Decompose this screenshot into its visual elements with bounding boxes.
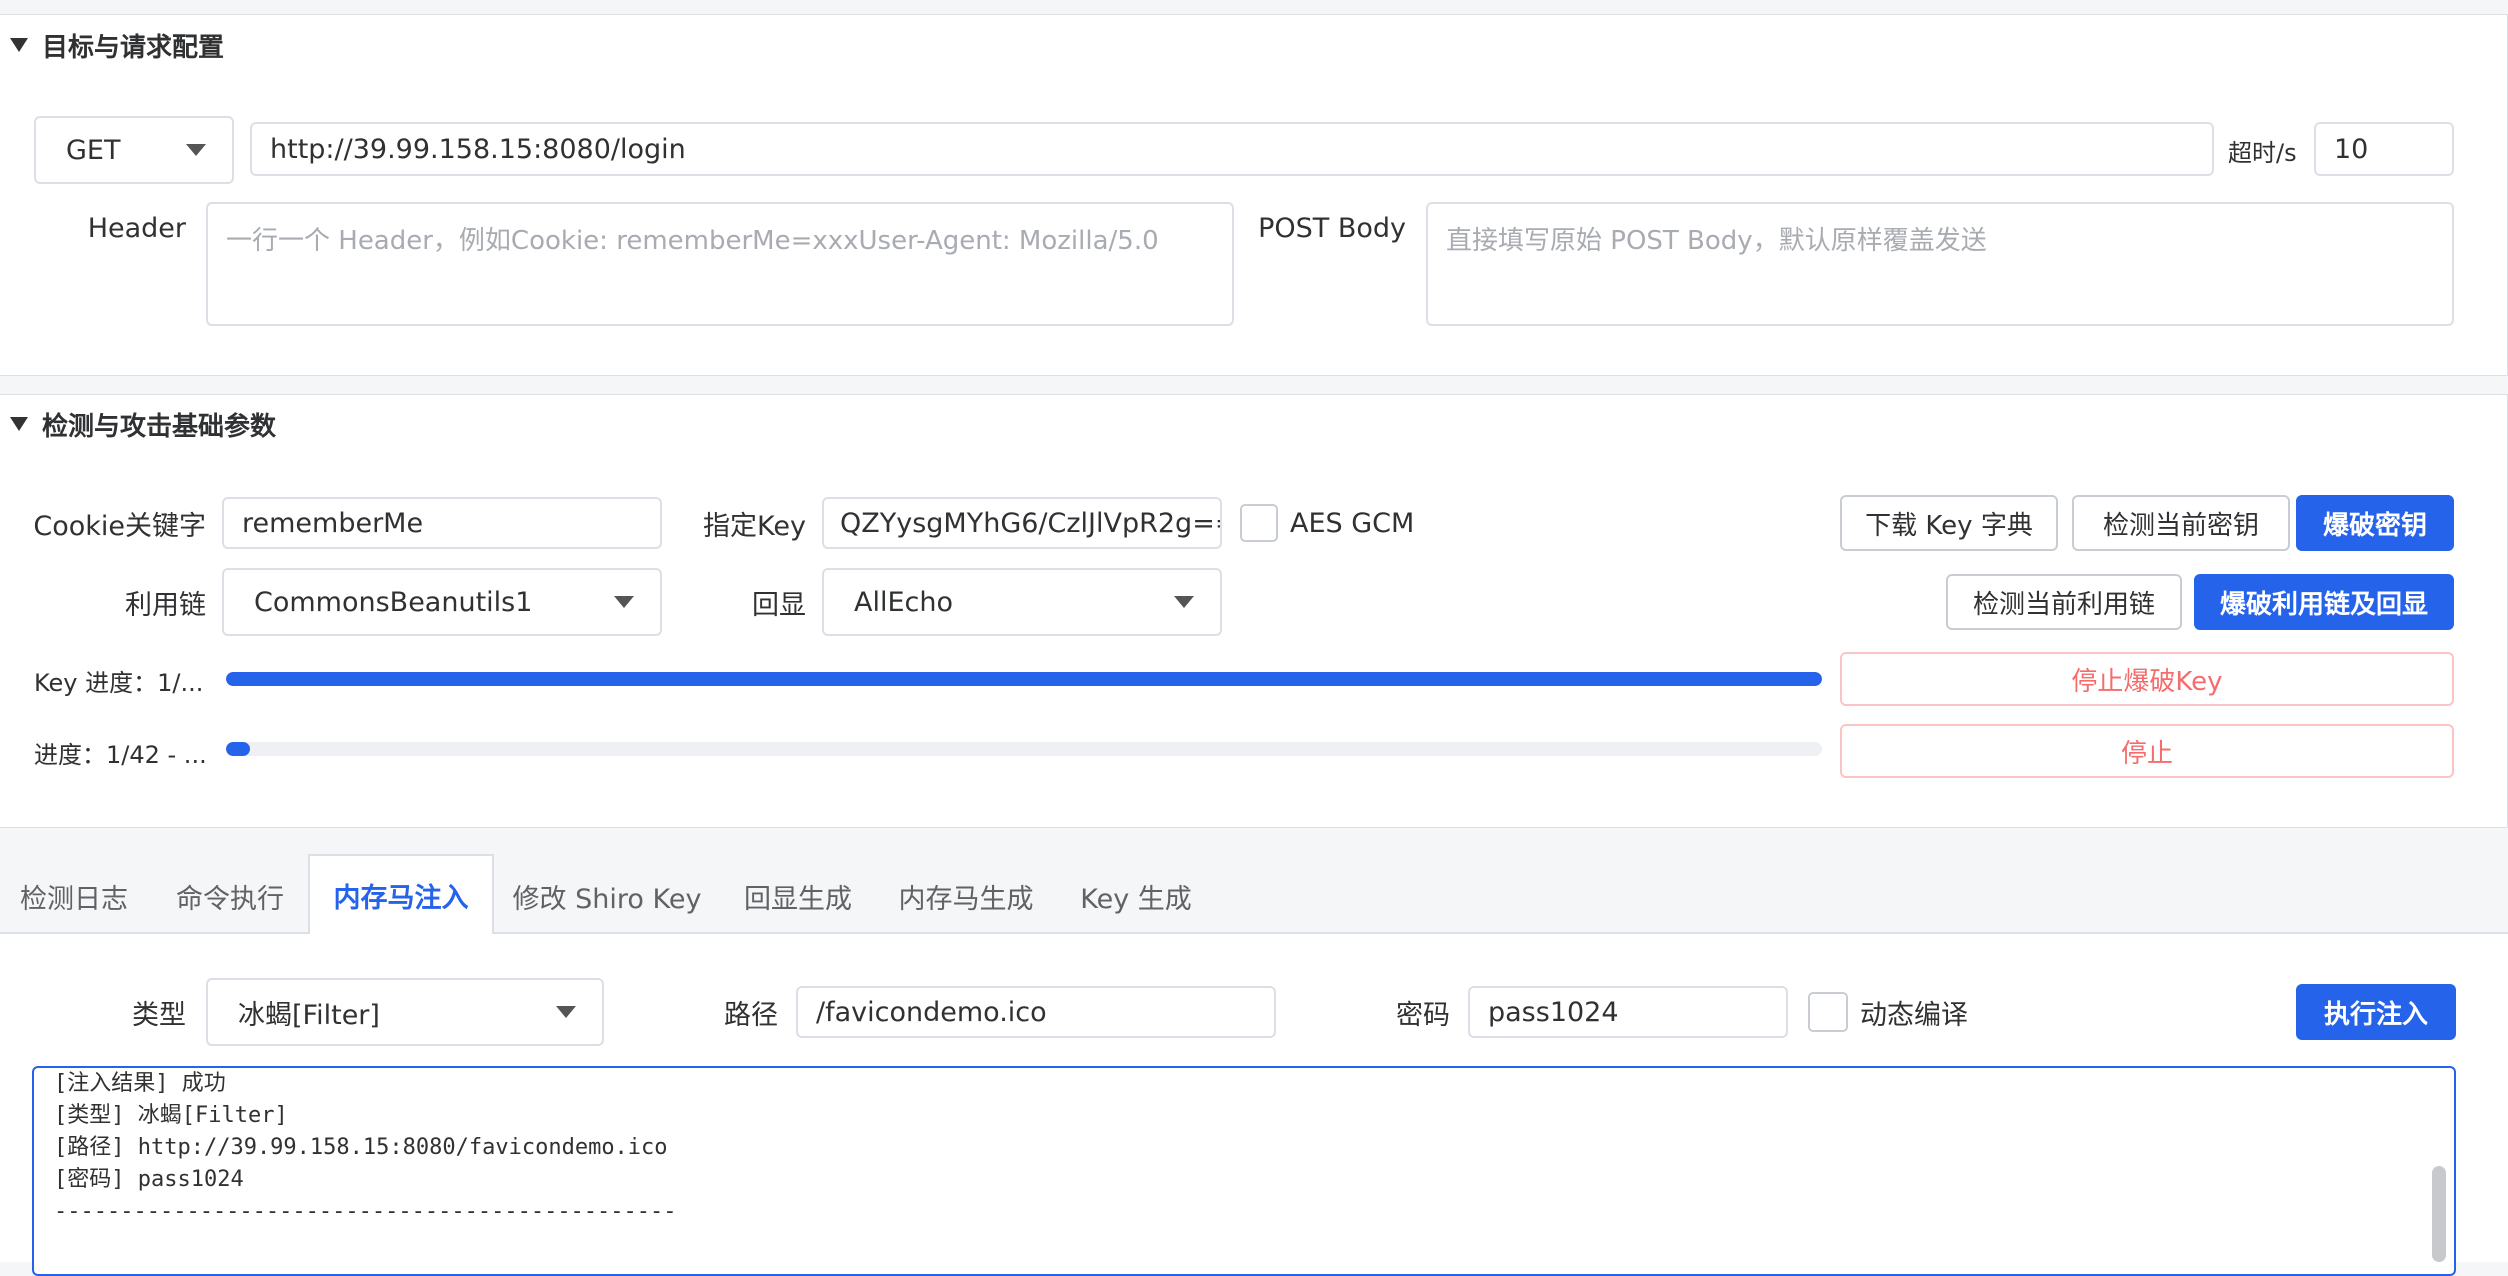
execute-inject-button[interactable]: 执行注入 [2296, 984, 2456, 1040]
brute-key-button[interactable]: 爆破密钥 [2296, 495, 2454, 551]
brute-chain-echo-button[interactable]: 爆破利用链及回显 [2194, 574, 2454, 630]
aes-gcm-checkbox[interactable] [1240, 504, 1278, 542]
key-progress-bar [226, 672, 1822, 686]
password-input[interactable]: pass1024 [1468, 986, 1788, 1038]
log-scrollbar[interactable] [2432, 1166, 2446, 1262]
key-progress-label: Key 进度：1/... [34, 668, 204, 697]
tab-modify-shiro-key[interactable]: 修改 Shiro Key [504, 860, 710, 932]
collapse-triangle-icon[interactable] [10, 417, 28, 431]
chevron-down-icon [614, 596, 634, 608]
echo-select[interactable]: AllEcho [822, 568, 1222, 636]
type-select[interactable]: 冰蝎[Filter] [206, 978, 604, 1046]
stop-button[interactable]: 停止 [1840, 724, 2454, 778]
header-label: Header [87, 212, 186, 244]
path-input[interactable]: /favicondemo.ico [796, 986, 1276, 1038]
inject-log-output[interactable]: [注入结果] 成功 [类型] 冰蝎[Filter] [路径] http://39… [32, 1066, 2456, 1276]
download-key-dict-button[interactable]: 下载 Key 字典 [1840, 495, 2058, 551]
tab-memshell-gen[interactable]: 内存马生成 [890, 860, 1042, 932]
tab-echo-gen[interactable]: 回显生成 [730, 860, 866, 932]
post-body-textarea[interactable]: 直接填写原始 POST Body，默认原样覆盖发送 [1426, 202, 2454, 326]
chain-select[interactable]: CommonsBeanutils1 [222, 568, 662, 636]
echo-value: AllEcho [854, 586, 954, 618]
key-progress-fill [226, 672, 1822, 686]
cookie-key-input[interactable]: rememberMe [222, 497, 662, 549]
type-label: 类型 [132, 999, 186, 1031]
method-select[interactable]: GET [34, 116, 234, 184]
cookie-key-label: Cookie关键字 [33, 510, 206, 542]
chain-progress-label: 进度：1/42 - ... [34, 740, 207, 769]
tab-command-exec[interactable]: 命令执行 [160, 860, 300, 932]
chevron-down-icon [186, 144, 206, 156]
log-line: [类型] 冰蝎[Filter] [54, 1103, 288, 1128]
collapse-triangle-icon[interactable] [10, 38, 28, 52]
specified-key-input[interactable]: QZYysgMYhG6/CzlJlVpR2g== [822, 497, 1222, 549]
detect-attack-title: 检测与攻击基础参数 [42, 411, 277, 442]
chain-label: 利用链 [125, 589, 206, 621]
timeout-label: 超时/s [2228, 138, 2297, 167]
tab-key-gen[interactable]: Key 生成 [1066, 860, 1206, 932]
type-value: 冰蝎[Filter] [238, 999, 380, 1031]
tab-memshell-inject[interactable]: 内存马注入 [308, 854, 494, 934]
chevron-down-icon [1174, 596, 1194, 608]
chain-progress-bar [226, 742, 1822, 756]
log-line: [路径] http://39.99.158.15:8080/favicondem… [54, 1135, 668, 1160]
check-current-key-button[interactable]: 检测当前密钥 [2072, 495, 2290, 551]
url-input[interactable]: http://39.99.158.15:8080/login [250, 122, 2214, 176]
log-line: [密码] pass1024 [54, 1167, 244, 1192]
echo-label: 回显 [752, 589, 806, 621]
check-current-chain-button[interactable]: 检测当前利用链 [1946, 574, 2182, 630]
timeout-input[interactable]: 10 [2314, 122, 2454, 176]
log-line: [注入结果] 成功 [54, 1071, 226, 1096]
chain-progress-fill [226, 742, 250, 756]
header-textarea[interactable]: 一行一个 Header，例如Cookie: rememberMe=xxxUser… [206, 202, 1234, 326]
stop-brute-key-button[interactable]: 停止爆破Key [1840, 652, 2454, 706]
target-config-header[interactable]: 目标与请求配置 [10, 26, 224, 64]
log-line: ----------------------------------------… [54, 1199, 677, 1224]
method-value: GET [66, 134, 121, 166]
path-label: 路径 [724, 999, 778, 1031]
dynamic-compile-label: 动态编译 [1860, 999, 1968, 1031]
aes-gcm-label: AES GCM [1290, 507, 1415, 539]
dynamic-compile-checkbox[interactable] [1808, 992, 1848, 1032]
chain-value: CommonsBeanutils1 [254, 586, 533, 618]
tab-detect-log[interactable]: 检测日志 [0, 860, 148, 932]
detect-attack-header[interactable]: 检测与攻击基础参数 [10, 405, 276, 443]
specified-key-label: 指定Key [703, 510, 806, 542]
target-config-title: 目标与请求配置 [42, 32, 225, 63]
password-label: 密码 [1396, 999, 1450, 1031]
post-body-label: POST Body [1258, 212, 1406, 244]
chevron-down-icon [556, 1006, 576, 1018]
